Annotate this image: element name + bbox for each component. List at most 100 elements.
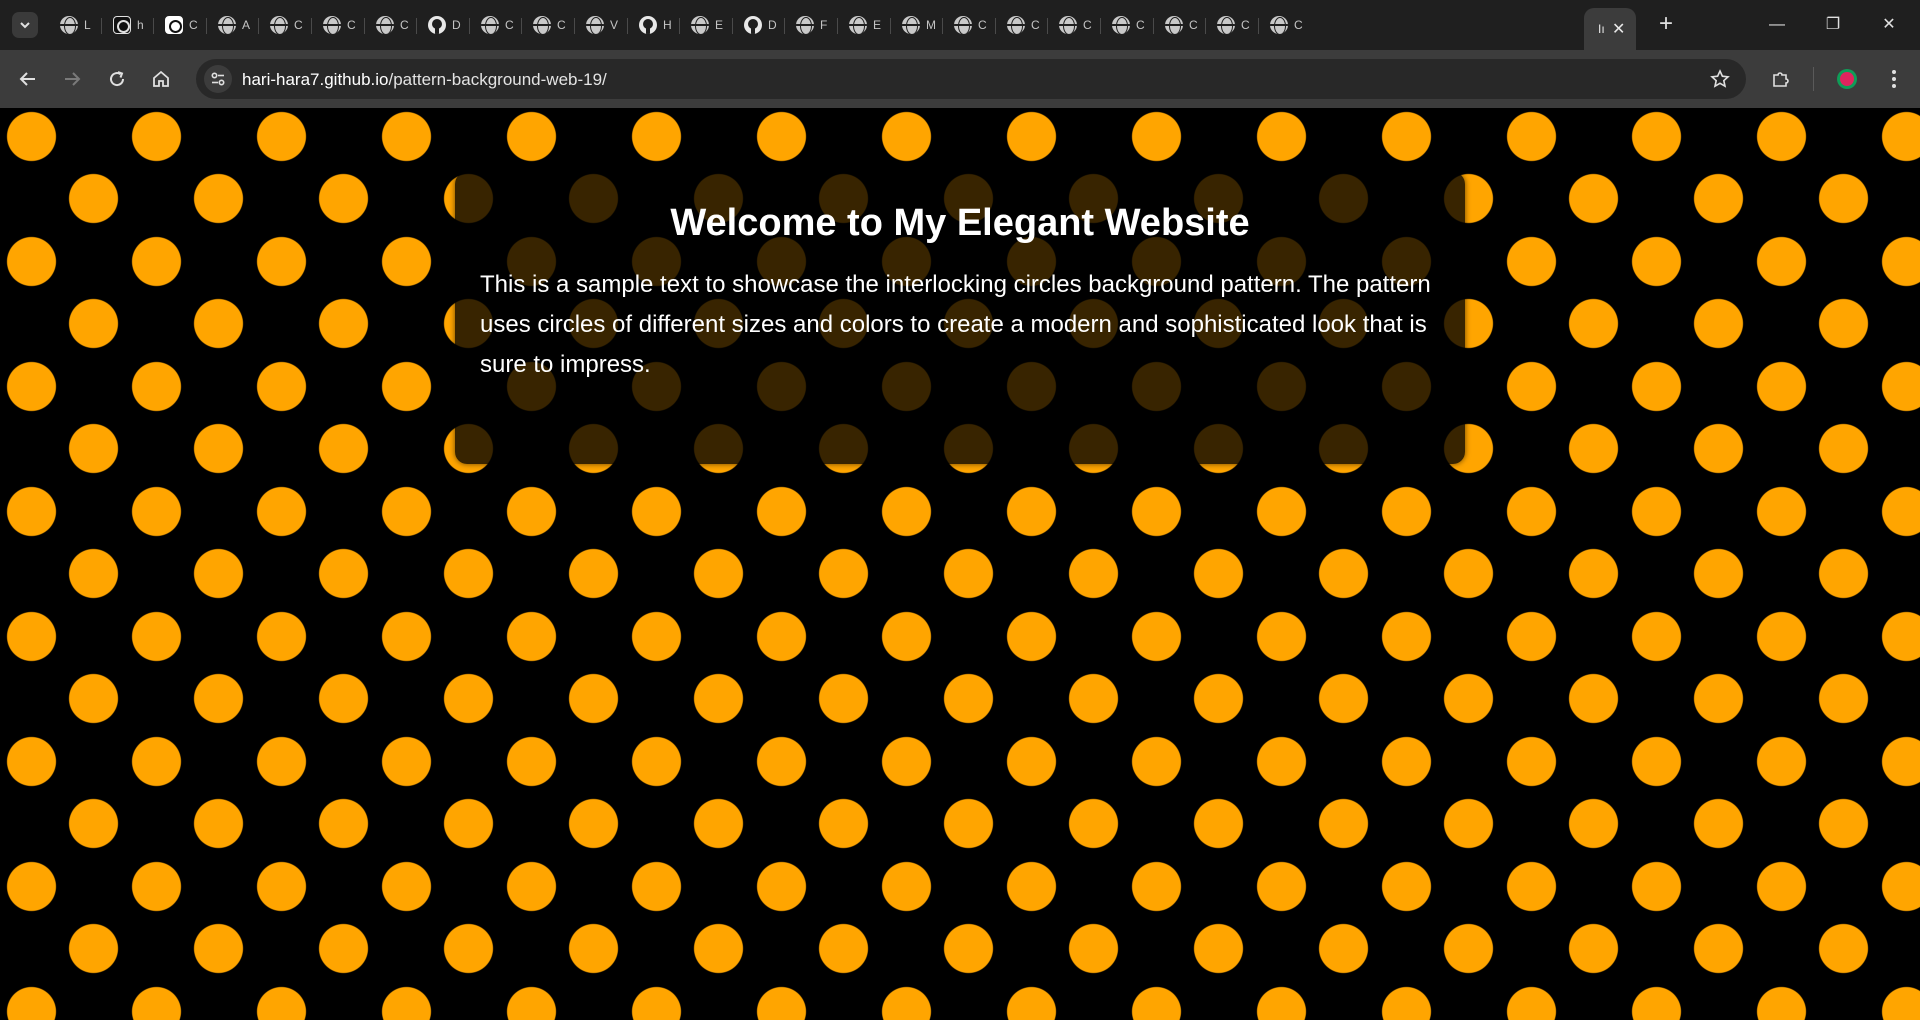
intro-paragraph: This is a sample text to showcase the in… bbox=[480, 271, 1431, 378]
tab-title: D bbox=[452, 18, 461, 32]
page-viewport: Welcome to My Elegant Website This is a … bbox=[0, 108, 1920, 1020]
tab-title: C bbox=[1136, 18, 1145, 32]
globe-icon bbox=[691, 16, 709, 34]
tab-separator bbox=[416, 18, 417, 34]
tab-title: C bbox=[557, 18, 566, 32]
page-title: Welcome to My Elegant Website bbox=[670, 202, 1250, 244]
arrow-right-icon bbox=[65, 72, 81, 86]
address-bar[interactable]: hari-hara7.github.io/pattern-background-… bbox=[196, 59, 1746, 99]
globe-icon bbox=[376, 16, 394, 34]
tab-separator bbox=[206, 18, 207, 34]
tab-title: V bbox=[610, 18, 619, 32]
github-icon bbox=[744, 16, 762, 34]
globe-icon bbox=[481, 16, 499, 34]
tab-separator bbox=[364, 18, 365, 34]
globe-icon bbox=[1165, 16, 1183, 34]
globe-icon bbox=[902, 16, 920, 34]
bookmark-button[interactable] bbox=[1708, 67, 1732, 91]
restore-button[interactable]: ❐ bbox=[1810, 8, 1856, 42]
globe-icon bbox=[218, 16, 236, 34]
globe-icon bbox=[323, 16, 341, 34]
new-tab-button[interactable]: + bbox=[1651, 10, 1681, 40]
url-path: /pattern-background-web-19/ bbox=[388, 70, 607, 89]
avatar bbox=[1837, 69, 1857, 89]
tab-title: H bbox=[663, 18, 672, 32]
globe-icon bbox=[1112, 16, 1130, 34]
tab-separator bbox=[890, 18, 891, 34]
tab-separator bbox=[679, 18, 680, 34]
chevron-down-icon bbox=[20, 22, 30, 29]
tab-title: C bbox=[1294, 18, 1303, 32]
tune-icon bbox=[211, 72, 225, 86]
tab-separator bbox=[837, 18, 838, 34]
tab-separator bbox=[311, 18, 312, 34]
tab-separator bbox=[521, 18, 522, 34]
home-icon bbox=[153, 70, 169, 87]
globe-icon bbox=[270, 16, 288, 34]
star-icon bbox=[1710, 69, 1730, 88]
content-card: Welcome to My Elegant Website This is a … bbox=[455, 172, 1465, 464]
tab-separator bbox=[1258, 18, 1259, 34]
tab-separator bbox=[942, 18, 943, 34]
close-window-button[interactable]: ✕ bbox=[1866, 8, 1912, 42]
tab-title: M bbox=[926, 18, 936, 32]
active-tab-title: Iı bbox=[1598, 22, 1605, 36]
close-tab-icon[interactable]: ✕ bbox=[1612, 19, 1625, 39]
toolbar-divider bbox=[1813, 67, 1814, 91]
home-button[interactable] bbox=[145, 63, 177, 95]
tab-search-button[interactable] bbox=[12, 12, 38, 38]
tab-title: L bbox=[84, 18, 91, 32]
globe-icon bbox=[954, 16, 972, 34]
github-icon bbox=[428, 16, 446, 34]
globe-icon bbox=[1007, 16, 1025, 34]
github-icon bbox=[639, 16, 657, 34]
tab-title: C bbox=[347, 18, 356, 32]
tab-title: E bbox=[715, 18, 724, 32]
tab-separator bbox=[469, 18, 470, 34]
tab-title: C bbox=[189, 18, 198, 32]
browser-toolbar: hari-hara7.github.io/pattern-background-… bbox=[0, 50, 1920, 108]
forward-button[interactable] bbox=[56, 63, 88, 95]
active-tab[interactable]: Iı ✕ bbox=[1584, 8, 1636, 50]
tab-separator bbox=[574, 18, 575, 34]
extensions-button[interactable] bbox=[1765, 63, 1797, 95]
globe-icon bbox=[586, 16, 604, 34]
globe-icon bbox=[1270, 16, 1288, 34]
tab-title: C bbox=[400, 18, 409, 32]
browser-tab[interactable]: C bbox=[1262, 11, 1324, 39]
tab-title: C bbox=[505, 18, 514, 32]
site-info-button[interactable] bbox=[204, 65, 232, 93]
more-vert-icon bbox=[1892, 70, 1896, 88]
tab-title: C bbox=[1241, 18, 1250, 32]
globe-icon bbox=[796, 16, 814, 34]
tab-separator bbox=[995, 18, 996, 34]
reload-icon bbox=[110, 71, 125, 87]
tab-separator bbox=[1047, 18, 1048, 34]
tab-title: C bbox=[1031, 18, 1040, 32]
tab-title: h bbox=[137, 18, 144, 32]
tab-separator bbox=[258, 18, 259, 34]
tab-separator bbox=[627, 18, 628, 34]
globe-icon bbox=[60, 16, 78, 34]
profile-button[interactable] bbox=[1831, 63, 1863, 95]
tab-title: A bbox=[242, 18, 251, 32]
menu-button[interactable] bbox=[1878, 63, 1910, 95]
tab-title: C bbox=[1189, 18, 1198, 32]
url-text[interactable]: hari-hara7.github.io/pattern-background-… bbox=[242, 70, 607, 90]
tab-title: C bbox=[978, 18, 987, 32]
arrow-left-icon bbox=[19, 72, 35, 86]
tab-separator bbox=[153, 18, 154, 34]
back-button[interactable] bbox=[12, 63, 44, 95]
tab-title: F bbox=[820, 18, 828, 32]
tab-separator bbox=[101, 18, 102, 34]
tab-separator bbox=[1100, 18, 1101, 34]
puzzle-icon bbox=[1773, 72, 1789, 87]
chatgpt-icon bbox=[113, 16, 131, 34]
tab-separator bbox=[1153, 18, 1154, 34]
chatgpt-icon bbox=[165, 16, 183, 34]
tab-separator bbox=[1205, 18, 1206, 34]
minimize-button[interactable]: — bbox=[1754, 8, 1800, 42]
globe-icon bbox=[533, 16, 551, 34]
tab-title: C bbox=[294, 18, 303, 32]
reload-button[interactable] bbox=[101, 63, 133, 95]
